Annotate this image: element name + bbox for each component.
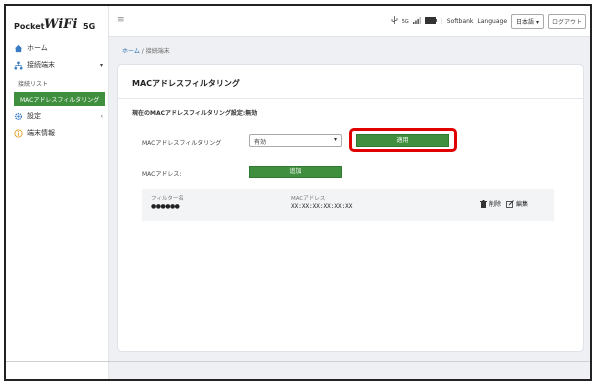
filter-setting-label: MACアドレスフィルタリング xyxy=(142,140,222,147)
sidebar-item-mac-filtering[interactable]: MACアドレスフィルタリング xyxy=(14,92,105,106)
page-title: MACアドレスフィルタリング xyxy=(132,79,240,88)
sidebar-item-settings[interactable]: 設定 ‹ xyxy=(6,109,109,123)
filter-setting-value: 有効 xyxy=(254,139,267,146)
network-type-label: 5G xyxy=(401,18,409,25)
mac-filtering-card: MACアドレスフィルタリング 現在のMACアドレスフィルタリング設定:無効 MA… xyxy=(117,64,584,352)
add-button[interactable]: 追加 xyxy=(249,166,342,178)
sidebar-item-label: 接続端末 xyxy=(27,61,55,69)
delete-button[interactable]: 削除 xyxy=(480,199,501,208)
menu-toggle-icon[interactable]: ≡ xyxy=(117,15,125,25)
breadcrumb-home-link[interactable]: ホーム xyxy=(122,48,140,55)
breadcrumb-separator: / xyxy=(141,48,144,55)
filter-setting-select[interactable]: 有効 ▾ xyxy=(249,134,342,147)
trash-icon xyxy=(480,199,487,208)
mac-entry-row: フィルター名 ●●●●●● MACアドレス XX:XX:XX:XX:XX:XX … xyxy=(142,189,554,221)
screenshot-frame: Pocket WiFi 5G ホーム 接続端末 ▾ 接続リスト MACアドレスフ… xyxy=(4,4,592,381)
filter-name-header: フィルター名 xyxy=(151,196,184,202)
delete-label: 削除 xyxy=(489,201,502,208)
bottom-divider xyxy=(6,361,590,362)
logo-part-wifi: WiFi xyxy=(44,17,78,32)
sidebar-item-label: MACアドレスフィルタリング xyxy=(20,96,100,104)
edit-label: 編集 xyxy=(516,201,529,208)
edit-icon xyxy=(506,199,514,208)
top-bar: ≡ 5G | Softbank Language 日本語 ▾ ログアウト xyxy=(109,6,590,37)
devices-icon xyxy=(14,60,23,70)
sidebar-item-home[interactable]: ホーム xyxy=(6,41,109,55)
language-value: 日本語 xyxy=(516,19,535,26)
logo-part-5g: 5G xyxy=(83,22,96,31)
edit-button[interactable]: 編集 xyxy=(506,199,528,208)
breadcrumb-current: 接続端末 xyxy=(145,48,170,55)
sidebar-item-label: 接続リスト xyxy=(18,80,49,88)
sidebar: Pocket WiFi 5G ホーム 接続端末 ▾ 接続リスト MACアドレスフ… xyxy=(6,6,109,379)
sidebar-item-device-info[interactable]: 端末情報 xyxy=(6,126,109,140)
mac-address-value: XX:XX:XX:XX:XX:XX xyxy=(291,203,353,210)
sidebar-item-label: ホーム xyxy=(27,44,48,52)
mac-address-label: MACアドレス: xyxy=(142,171,182,178)
chevron-down-icon: ▾ xyxy=(535,19,539,26)
sidebar-item-label: 設定 xyxy=(27,112,41,120)
chevron-down-icon: ▾ xyxy=(333,136,337,143)
logo-part-pocket: Pocket xyxy=(14,22,45,31)
apply-button[interactable]: 適用 xyxy=(356,134,449,147)
language-label: Language xyxy=(477,18,508,25)
info-icon xyxy=(14,128,23,138)
sidebar-item-label: 端末情報 xyxy=(27,129,55,137)
mac-address-header: MACアドレス xyxy=(291,196,326,202)
filter-name-value: ●●●●●● xyxy=(151,203,180,210)
chevron-down-icon: ▾ xyxy=(99,61,103,69)
gear-icon xyxy=(14,112,23,121)
pocket-wifi-logo: Pocket WiFi 5G xyxy=(14,16,102,36)
logout-button[interactable]: ログアウト xyxy=(547,14,586,29)
chevron-left-icon: ‹ xyxy=(100,112,103,120)
home-icon xyxy=(14,44,23,53)
carrier-name: Softbank xyxy=(446,18,474,25)
usb-icon xyxy=(391,16,398,27)
battery-icon xyxy=(424,17,437,26)
signal-icon xyxy=(412,17,421,26)
sidebar-item-connected-devices[interactable]: 接続端末 ▾ xyxy=(6,58,109,72)
divider: | xyxy=(440,18,443,25)
breadcrumb: ホーム / 接続端末 xyxy=(122,46,170,55)
language-select[interactable]: 日本語 ▾ xyxy=(511,14,544,29)
sidebar-item-connection-list[interactable]: 接続リスト xyxy=(6,76,109,90)
status-area: 5G | Softbank Language 日本語 ▾ ログアウト xyxy=(391,14,586,29)
card-divider xyxy=(118,98,583,99)
current-setting-note: 現在のMACアドレスフィルタリング設定:無効 xyxy=(132,110,258,117)
